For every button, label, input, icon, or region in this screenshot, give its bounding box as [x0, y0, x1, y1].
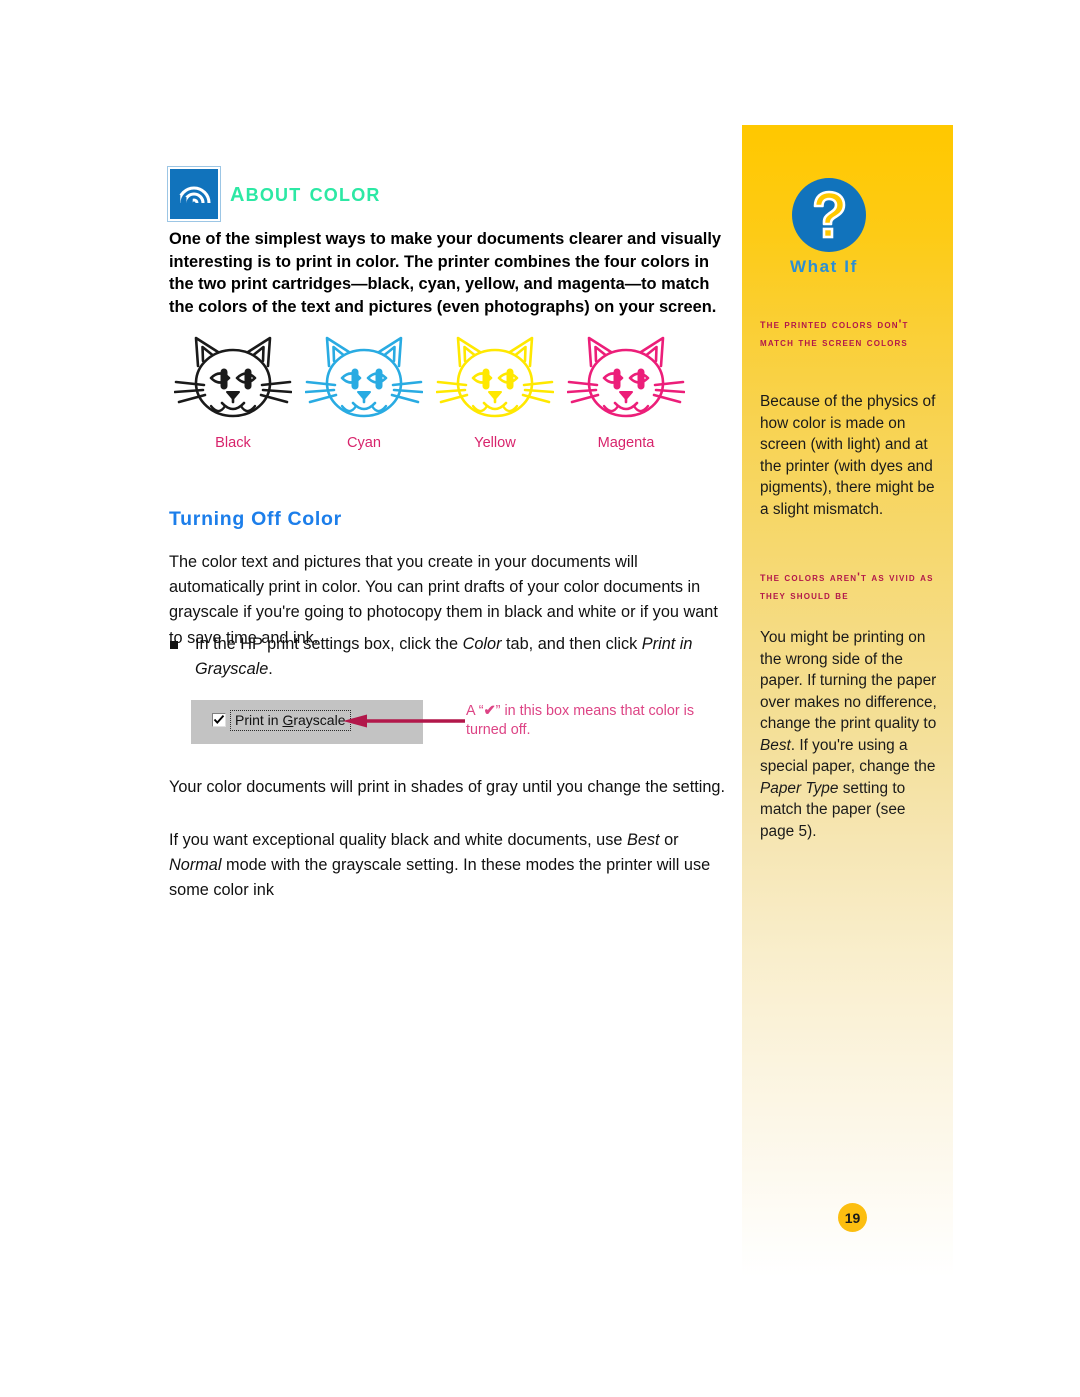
callout-post: ” in this box means that color is turned… [466, 703, 695, 738]
cat-face-icon [304, 336, 424, 418]
p3-text-1: If you want exceptional quality black an… [169, 831, 627, 849]
checkbox-label-post: rayscale [293, 712, 346, 728]
sidebar-body-1: Because of the physics of how color is m… [760, 393, 936, 518]
bullet-italic-color: Color [462, 635, 502, 653]
cat-illustration-yellow: Yellow [431, 330, 559, 451]
bullet-square-icon [170, 641, 178, 649]
sidebar-heading-2: The colors aren't as vivid as they shoul… [760, 569, 934, 602]
print-in-grayscale-checkbox[interactable] [212, 713, 226, 727]
main-content-column: About Color One of the simplest ways to … [0, 0, 742, 1397]
callout-arrow [343, 714, 465, 728]
sidebar-heading-1: The printed colors don't match the scree… [760, 316, 909, 349]
bullet-text-1: In the HP print settings box, click the [195, 635, 463, 653]
cat-face-icon [435, 336, 555, 418]
checkbox-label-pre: Print in [235, 712, 283, 728]
intro-paragraph: One of the simplest ways to make your do… [169, 230, 722, 316]
question-mark-glyph [813, 190, 846, 239]
cat-illustration-cyan: Cyan [300, 330, 428, 451]
cat-illustration-magenta: Magenta [562, 330, 690, 451]
p3-italic-best: Best [626, 831, 660, 849]
sb2-italic-paper-type: Paper Type [760, 779, 839, 797]
cat-label: Black [215, 435, 251, 451]
cat-label: Magenta [597, 435, 655, 451]
cat-illustration-black: Black [169, 330, 297, 451]
sidebar-body-2: You might be printing on the wrong side … [760, 627, 942, 842]
section-subheading: Turning Off Color [169, 508, 342, 530]
rainbow-icon-glyph [177, 186, 211, 205]
cat-label: Yellow [474, 435, 516, 451]
what-if-label: What If [790, 257, 858, 276]
cat-face-icon [173, 336, 293, 418]
rainbow-icon [168, 167, 220, 221]
body-paragraph-3: If you want exceptional quality black an… [169, 828, 725, 904]
callout-pre: A “ [466, 703, 484, 719]
print-in-grayscale-label[interactable]: Print in Grayscale [230, 710, 351, 731]
cmyk-cat-illustrations: Black Cyan Yellow Magenta [169, 330, 725, 455]
cat-label: Cyan [346, 435, 382, 451]
what-if-sidebar: What If The printed colors don't match t… [742, 125, 953, 1277]
bullet-text-2: tab, and then click [501, 635, 642, 653]
cat-face-icon [566, 336, 686, 418]
page-number-badge: 19 [838, 1203, 867, 1232]
p3-text-3: mode with the grayscale setting. In thes… [169, 856, 711, 900]
page-title: About Color [230, 176, 381, 208]
bullet-list-item: In the HP print settings box, click the … [169, 632, 725, 682]
p3-text-2: or [659, 831, 679, 849]
arrow-left-icon [343, 714, 465, 728]
bullet-text-3: . [268, 660, 273, 679]
callout-text: A “✔” in this box means that color is tu… [466, 702, 716, 740]
sb2-text-1: You might be printing on the wrong side … [760, 629, 937, 732]
question-mark-icon [792, 178, 866, 252]
checkbox-label-accelerator: G [282, 712, 294, 728]
callout-checkmark-glyph: ✔ [483, 703, 496, 719]
body-paragraph-2: Your color documents will print in shade… [169, 778, 725, 796]
sb2-italic-best: Best [760, 736, 791, 754]
checkmark-icon [213, 714, 225, 725]
p3-italic-normal: Normal [169, 856, 222, 875]
